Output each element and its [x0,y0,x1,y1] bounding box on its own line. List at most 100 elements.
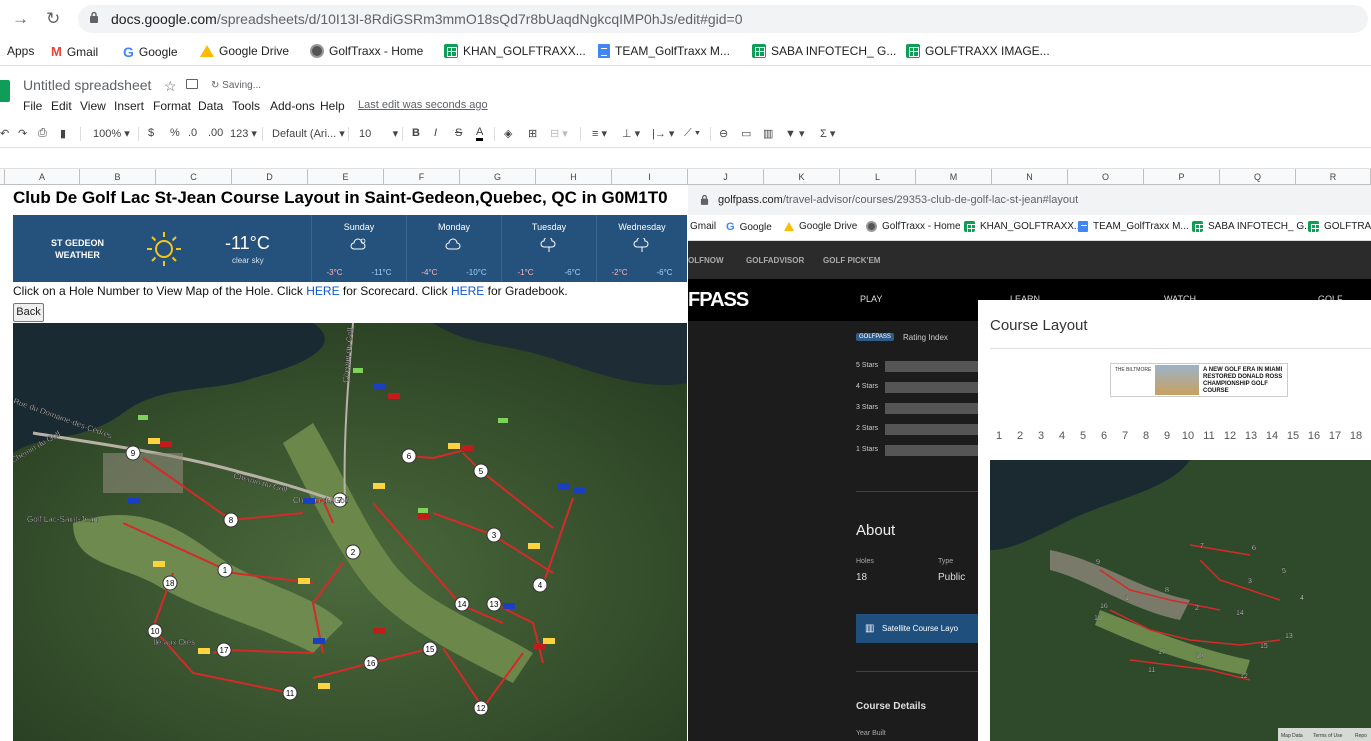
fill-color-icon[interactable]: ◈ [504,127,512,140]
column-header: A B C D E F G H I J K L M N O P Q R [0,169,1371,185]
column-h[interactable]: H [536,169,612,185]
merge-icon[interactable]: ⊟ ▾ [550,127,568,140]
bookmark-golftraxx-image[interactable]: GOLFTRAXX IMAGE... [906,44,1050,58]
valign-icon[interactable]: ⊥ ▾ [622,127,640,140]
bookmark-apps[interactable]: Apps [7,44,34,58]
decrease-decimal-button[interactable]: .0 [188,127,197,139]
scorecard-link[interactable]: HERE [306,284,339,298]
column-c[interactable]: C [156,169,232,185]
bold-button[interactable]: B [412,127,420,139]
currency-button[interactable]: $ [148,127,154,139]
folder-icon[interactable] [186,79,198,89]
zoom-select[interactable]: 100% ▾ [93,127,130,140]
menu-format[interactable]: Format [153,99,191,113]
bookmark-golftraxx-home[interactable]: GolfTraxx - Home [310,44,423,58]
column-d[interactable]: D [232,169,308,185]
hole-tab: 8 [1142,430,1150,442]
column-p[interactable]: P [1144,169,1220,185]
sheets-logo-icon[interactable] [0,80,10,102]
menu-view[interactable]: View [80,99,106,113]
hole-link[interactable]: 12 [477,704,486,713]
menu-data[interactable]: Data [198,99,223,113]
menu-insert[interactable]: Insert [114,99,144,113]
column-k[interactable]: K [764,169,840,185]
align-icon[interactable]: ≡ ▾ [592,127,607,140]
undo-icon[interactable]: ↶ [0,127,9,140]
column-l[interactable]: L [840,169,916,185]
hole-link[interactable]: 17 [220,646,229,655]
rotate-icon[interactable]: ⟋ ▾ [684,127,700,140]
document-title[interactable]: Untitled spreadsheet [23,77,151,93]
bookmark-khan-golftraxx[interactable]: KHAN_GOLFTRAXX... [444,44,586,58]
map-hole-label: 1 [1125,595,1129,602]
hole-link[interactable]: 13 [490,600,499,609]
bookmark-gmail: Gmail [690,221,717,232]
functions-button[interactable]: Σ ▾ [820,127,835,140]
gradebook-link[interactable]: HERE [451,284,484,298]
hole-link[interactable]: 5 [479,467,484,476]
hole-link[interactable]: 11 [286,689,295,698]
italic-button[interactable]: I [434,127,437,139]
text-color-button[interactable]: A [476,127,484,141]
wrap-icon[interactable]: |→ ▾ [652,127,674,140]
reload-icon[interactable]: ↻ [46,9,60,29]
hole-link[interactable]: 2 [351,548,356,557]
print-icon[interactable]: ⎙ [38,127,47,140]
menu-tools[interactable]: Tools [232,99,260,113]
address-bar[interactable]: docs.google.com/spreadsheets/d/10I13I-8R… [78,5,1368,33]
borders-icon[interactable]: ⊞ [528,127,537,140]
font-size-select[interactable]: 10 ▾ [359,127,398,140]
column-n[interactable]: N [992,169,1068,185]
menu-add-ons[interactable]: Add-ons [270,99,315,113]
link-icon[interactable]: ⊖ [719,127,728,140]
type-value: Public [938,572,966,583]
paint-format-icon[interactable]: ▮ [60,127,66,140]
formula-bar[interactable] [0,147,1371,169]
column-m[interactable]: M [916,169,992,185]
hole-link[interactable]: 1 [223,566,228,575]
menu-help[interactable]: Help [320,99,345,113]
menu-file[interactable]: File [23,99,42,113]
column-q[interactable]: Q [1220,169,1296,185]
bookmark-google-drive[interactable]: Google Drive [200,44,289,58]
star-icon[interactable]: ☆ [164,78,177,95]
column-a[interactable]: A [5,169,80,185]
comment-icon[interactable]: ▭ [741,127,751,140]
column-f[interactable]: F [384,169,460,185]
percent-button[interactable]: % [170,127,180,139]
bookmark-saba-infotech[interactable]: SABA INFOTECH_ G... [752,44,896,58]
column-i[interactable]: I [612,169,688,185]
more-formats-select[interactable]: 123 ▾ [230,127,257,140]
last-edit-link[interactable]: Last edit was seconds ago [358,99,488,111]
forward-icon[interactable]: → [12,9,29,29]
map-icon: ▥ [865,623,875,634]
filter-icon[interactable]: ▼ ▾ [785,127,804,140]
menu-edit[interactable]: Edit [51,99,72,113]
strikethrough-button[interactable]: S [455,127,462,139]
modal-course-map: 1 2 3 4 5 6 7 8 9 10 11 12 13 14 15 16 1 [990,460,1371,741]
hole-link[interactable]: 3 [492,531,497,540]
column-b[interactable]: B [80,169,156,185]
hole-link[interactable]: 6 [407,452,412,461]
hole-link[interactable]: 8 [229,516,234,525]
hole-link[interactable]: 14 [458,600,467,609]
bookmark-google[interactable]: G Google [123,44,178,60]
bookmark-team-golftraxx[interactable]: TEAM_GolfTraxx M... [598,44,730,58]
font-select[interactable]: Default (Ari... ▾ [272,127,345,140]
column-r[interactable]: R [1296,169,1371,185]
hole-link[interactable]: 4 [538,581,543,590]
increase-decimal-button[interactable]: .00 [208,127,223,139]
hole-link[interactable]: 15 [426,645,435,654]
redo-icon[interactable]: ↷ [18,127,27,140]
hole-link[interactable]: 16 [367,659,376,668]
bookmark-gmail[interactable]: M Gmail [51,44,98,59]
hole-link[interactable]: 18 [166,579,175,588]
chart-icon[interactable]: ▥ [763,127,773,140]
column-g[interactable]: G [460,169,536,185]
hole-link[interactable]: 9 [131,449,136,458]
column-j[interactable]: J [688,169,764,185]
hole-link[interactable]: 10 [151,627,160,636]
column-e[interactable]: E [308,169,384,185]
column-o[interactable]: O [1068,169,1144,185]
back-button[interactable]: Back [13,303,44,322]
